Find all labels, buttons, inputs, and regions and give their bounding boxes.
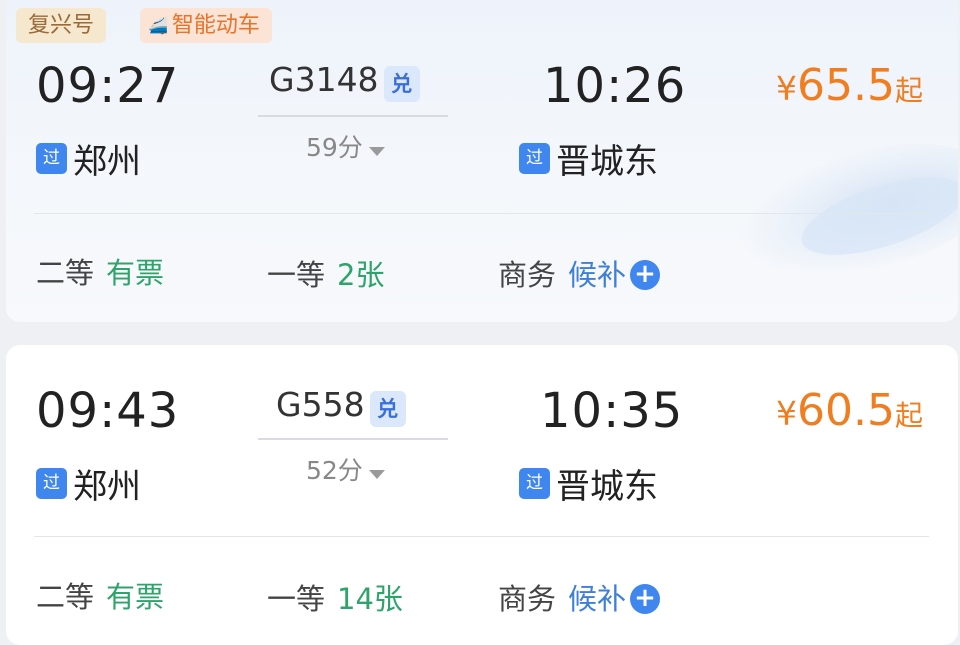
- plus-icon[interactable]: +: [630, 584, 661, 614]
- duration: 59分: [306, 133, 363, 162]
- exchange-badge: 兑: [383, 66, 420, 102]
- from-station: 过郑州: [36, 459, 141, 508]
- duration-toggle[interactable]: 59分: [306, 128, 385, 164]
- divider: [34, 536, 929, 537]
- train-number[interactable]: G3148: [269, 60, 379, 99]
- duration-toggle[interactable]: 52分: [306, 451, 385, 487]
- departure-time: 09:43: [36, 383, 180, 439]
- divider: [34, 213, 929, 214]
- to-station-name: 晋城东: [556, 142, 658, 182]
- price: ¥65.5起: [776, 60, 923, 111]
- seat-second-class[interactable]: 二等 有票: [36, 250, 164, 292]
- from-station-name: 郑州: [73, 467, 141, 507]
- seat-second-class[interactable]: 二等 有票: [36, 574, 164, 616]
- to-station: 过晋城东: [519, 459, 658, 508]
- to-station: 过晋城东: [519, 134, 658, 183]
- train-number-group[interactable]: G3148 兑: [269, 60, 420, 102]
- train-card-2[interactable]: 09:43 G558 兑 52分 10:35 ¥60.5起 过郑州 过晋城东 二…: [6, 345, 958, 645]
- departure-time: 09:27: [36, 58, 180, 114]
- to-station-name: 晋城东: [556, 467, 658, 507]
- route-line: [258, 438, 448, 440]
- chevron-down-icon: [368, 470, 385, 479]
- route-line: [258, 115, 448, 117]
- train-number-group[interactable]: G558 兑: [276, 385, 406, 427]
- duration: 52分: [306, 456, 363, 485]
- smart-train-tag: 🚄 智能动车: [140, 8, 272, 43]
- train-icon: 🚄: [148, 16, 168, 35]
- waitlist-label: 候补: [568, 582, 627, 616]
- pass-badge: 过: [36, 468, 67, 499]
- arrival-time: 10:26: [543, 58, 687, 114]
- seat-business-class[interactable]: 商务 候补 +: [498, 576, 661, 618]
- pass-badge: 过: [519, 468, 550, 499]
- train-number[interactable]: G558: [276, 385, 365, 424]
- exchange-badge: 兑: [369, 391, 406, 427]
- arrival-time: 10:35: [540, 383, 684, 439]
- plus-icon[interactable]: +: [630, 260, 661, 290]
- price: ¥60.5起: [776, 385, 923, 436]
- from-station-name: 郑州: [73, 142, 141, 182]
- seat-business-class[interactable]: 商务 候补 +: [498, 252, 661, 294]
- train-card-1[interactable]: 复兴号 🚄 智能动车 09:27 G3148 兑 59分 10:26 ¥65.5起…: [6, 0, 958, 322]
- seat-status: 有票: [106, 580, 165, 614]
- from-station: 过郑州: [36, 134, 141, 183]
- seat-first-class[interactable]: 一等 14张: [267, 576, 403, 618]
- fuxing-tag: 复兴号: [16, 8, 107, 43]
- seat-status: 有票: [106, 256, 165, 290]
- waitlist-label: 候补: [568, 258, 627, 292]
- seat-first-class[interactable]: 一等 2张: [267, 252, 384, 294]
- seat-status: 14张: [337, 582, 403, 616]
- chevron-down-icon: [368, 147, 385, 156]
- pass-badge: 过: [519, 143, 550, 174]
- seat-status: 2张: [337, 258, 385, 292]
- pass-badge: 过: [36, 143, 67, 174]
